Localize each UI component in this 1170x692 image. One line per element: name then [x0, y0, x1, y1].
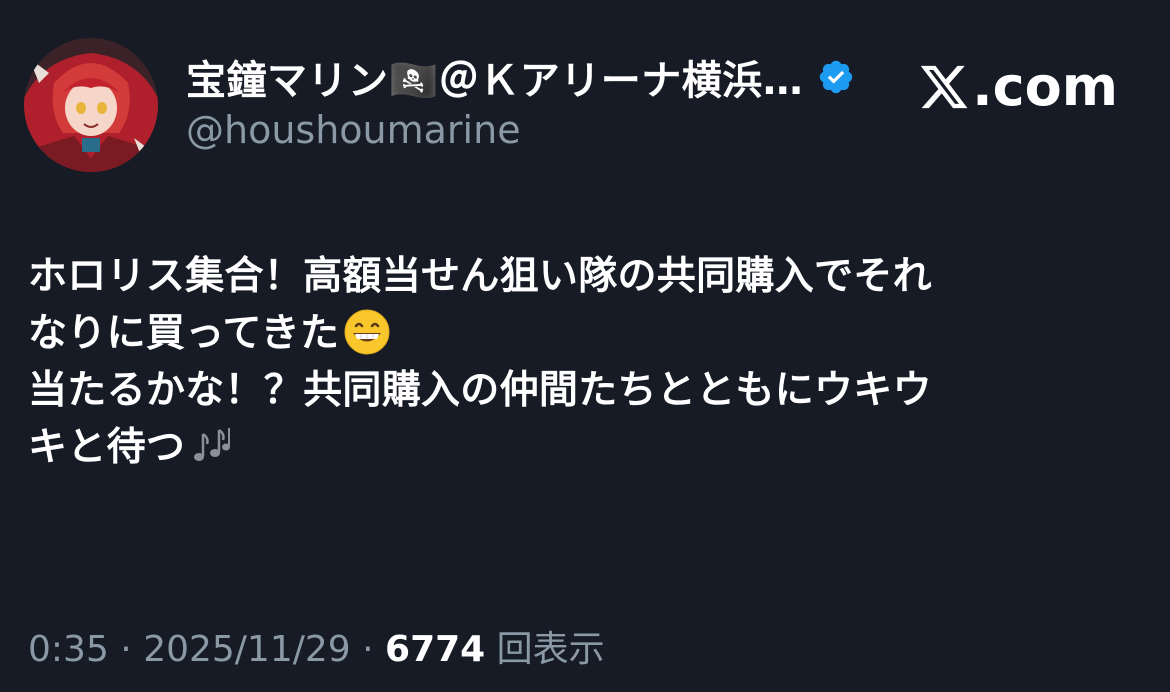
- brand-logo: .com: [918, 55, 1118, 118]
- tweet-line-1: ホロリス集合！高額当せん狙い隊の共同購入でそれ: [28, 254, 932, 299]
- grinning-face-icon: [344, 309, 390, 355]
- tweet-meta: 0:35 · 2025/11/29 · 6774 回表示: [28, 620, 605, 672]
- avatar-illustration: [24, 38, 158, 172]
- tweet-line-2: なりに買ってきた: [28, 305, 1148, 362]
- tweet-time[interactable]: 0:35: [28, 629, 109, 670]
- musical-notes-icon: [194, 428, 231, 461]
- display-name[interactable]: 宝鐘マリン🏴‍☠️＠Ｋアリーナ横浜…: [186, 48, 803, 106]
- display-name-row: 宝鐘マリン🏴‍☠️＠Ｋアリーナ横浜…: [186, 48, 855, 106]
- avatar[interactable]: [24, 38, 158, 172]
- meta-separator-2: ·: [350, 629, 386, 670]
- x-logo-icon: [920, 65, 968, 108]
- tweet-line-3: 当たるかな！？共同購入の仲間たちとともにウキウ: [28, 368, 932, 413]
- tweet-line-2-text: なりに買ってきた: [28, 311, 340, 356]
- tweet-line-4-text: キと待つ: [28, 425, 186, 470]
- tweet-date[interactable]: 2025/11/29: [143, 629, 351, 670]
- tweet-text: ホロリス集合！高額当せん狙い隊の共同購入でそれ なりに買ってきた 当たるかな！？…: [28, 248, 1148, 476]
- views-count: 6774: [385, 629, 486, 670]
- user-handle[interactable]: @houshoumarine: [186, 108, 521, 152]
- verified-badge-icon: [817, 58, 855, 96]
- tweet-card: 宝鐘マリン🏴‍☠️＠Ｋアリーナ横浜… @houshoumarine .com ホ…: [0, 0, 1170, 692]
- views-label: 回表示: [485, 629, 605, 670]
- brand-domain: .com: [972, 55, 1118, 118]
- meta-separator-1: ·: [108, 629, 144, 670]
- tweet-line-4: キと待つ: [28, 419, 1148, 476]
